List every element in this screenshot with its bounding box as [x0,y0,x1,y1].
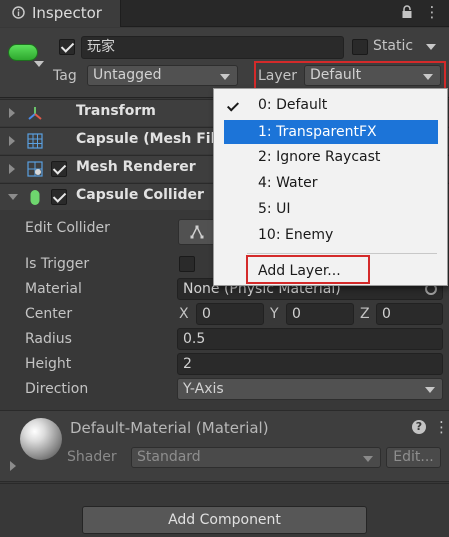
mesh-renderer-enabled-checkbox[interactable] [51,161,67,177]
add-layer-highlight-box [246,255,370,284]
layer-menu-item-label: 1: TransparentFX [258,124,377,140]
capsule-collider-icon [30,190,40,205]
foldout-arrow-icon[interactable] [9,136,15,146]
inspector-tab[interactable]: Inspector [0,0,121,27]
tab-title: Inspector [32,4,102,22]
direction-dropdown[interactable]: Y-Axis [177,378,443,400]
shader-label: Shader [67,449,117,465]
material-title: Default-Material (Material) [70,419,269,437]
help-icon[interactable]: ? [412,420,426,434]
layer-menu-item-label: 4: Water [258,175,318,191]
info-icon [12,6,25,19]
height-field[interactable]: 2 [177,353,443,375]
height-label: Height [25,356,72,372]
layer-menu-item[interactable]: 4: Water [214,171,447,195]
icon-dropdown-arrow[interactable] [34,61,44,67]
chevron-down-icon [363,456,373,462]
center-z-field[interactable]: 0 [376,303,443,325]
checkmark-icon [226,99,240,112]
gameobject-icon[interactable] [8,44,38,61]
radius-field[interactable]: 0.5 [177,328,443,350]
static-checkbox[interactable] [352,39,368,55]
center-x-field[interactable]: 0 [196,303,264,325]
inspector-tab-bar: Inspector ⋮ [0,0,449,27]
layer-menu-item-selected[interactable]: 1: TransparentFX [224,120,438,144]
component-title: Capsule (Mesh Filt [76,131,223,147]
layer-menu-item-label: 10: Enemy [258,227,334,243]
radius-label: Radius [25,331,72,347]
chevron-down-icon [425,387,435,393]
divider [0,483,449,484]
shader-value: Standard [137,449,201,465]
component-title: Mesh Renderer [76,159,196,175]
add-component-button[interactable]: Add Component [82,506,367,534]
center-y-field[interactable]: 0 [286,303,354,325]
shader-dropdown[interactable]: Standard [131,447,381,468]
tag-value: Untagged [93,67,162,83]
menu-separator [247,253,437,254]
component-title: Transform [76,103,156,119]
layer-menu-item-label: 5: UI [258,201,291,217]
tag-dropdown[interactable]: Untagged [87,65,238,86]
layer-menu-item[interactable]: 5: UI [214,197,447,221]
material-preview-sphere [20,418,62,460]
lock-icon[interactable] [400,5,414,19]
capsule-collider-enabled-checkbox[interactable] [51,189,67,205]
material-more-options-icon[interactable]: ⋮ [434,418,449,436]
shader-edit-button[interactable]: Edit... [386,447,441,468]
mesh-filter-icon [27,133,43,149]
edit-collider-label: Edit Collider [25,220,110,236]
edit-collider-button[interactable] [178,219,216,245]
material-label: Material [25,281,82,297]
component-title: Capsule Collider [76,187,204,203]
foldout-arrow-icon[interactable] [9,164,15,174]
direction-label: Direction [25,381,89,397]
gameobject-name-field[interactable]: 玩家 [81,36,344,59]
transform-icon [28,107,42,120]
mesh-renderer-icon [27,161,43,177]
layer-menu-item[interactable]: 2: Ignore Raycast [214,145,447,169]
static-dropdown-arrow[interactable] [426,44,436,50]
foldout-arrow-icon[interactable] [8,194,18,200]
layer-menu-item-label: 2: Ignore Raycast [258,149,381,165]
center-label: Center [25,306,73,322]
direction-value: Y-Axis [183,381,224,397]
static-label: Static [373,38,414,54]
is-trigger-label: Is Trigger [25,256,90,272]
center-z-label: Z [360,306,370,322]
layer-menu-item[interactable]: 0: Default [214,93,447,117]
layer-highlight-box [254,61,446,91]
foldout-arrow-icon[interactable] [9,108,15,118]
active-checkbox[interactable] [59,39,75,55]
center-x-label: X [179,306,189,322]
layer-menu-item[interactable]: 10: Enemy [214,223,447,247]
chevron-down-icon [220,74,230,80]
is-trigger-checkbox[interactable] [179,256,195,272]
tag-label: Tag [53,68,77,84]
center-y-label: Y [270,306,279,322]
edit-collider-icon [190,225,204,239]
layer-menu-item-label: 0: Default [258,97,328,113]
material-foldout-arrow-icon[interactable] [10,461,16,471]
more-options-icon[interactable]: ⋮ [424,3,440,21]
